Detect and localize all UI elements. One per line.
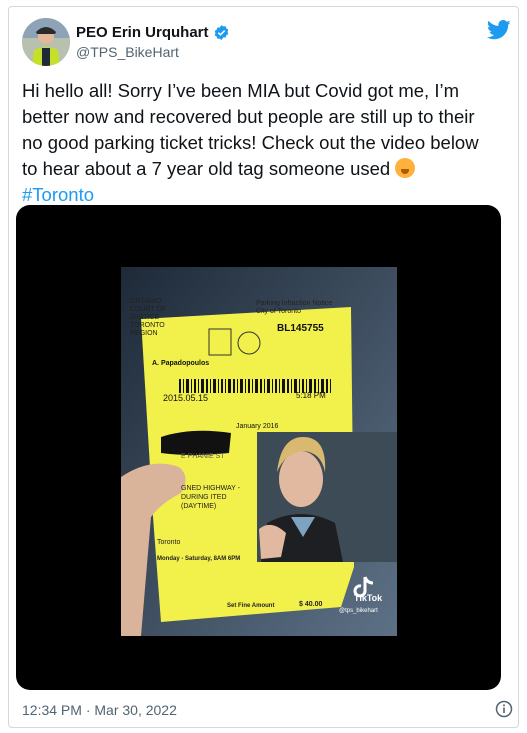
info-icon[interactable] — [495, 700, 513, 718]
ticket-date: 2015.05.15 — [163, 393, 209, 403]
face-with-hand-over-mouth-emoji — [395, 158, 416, 178]
ticket-fine-label: Set Fine Amount — [227, 603, 275, 609]
ticket-hours: Monday - Saturday, 8AM 6PM — [157, 556, 241, 562]
video-frame[interactable]: ONTARIO COURT OF JUSTICE TORONTO REGION … — [121, 267, 397, 636]
ticket-offence: GNED HIGHWAY - DURING ITED (DAYTIME) — [181, 485, 240, 510]
ticket-fine-amount: $ 40.00 — [299, 601, 323, 608]
ticket-municipality: Toronto — [157, 539, 181, 546]
ticket-time: 5:18 PM — [296, 391, 326, 400]
ticket-officer: A. Papadopoulos — [152, 360, 210, 367]
ticket-title: Parking Infraction Notice City of Toront… — [256, 300, 333, 315]
tiktok-brand: TikTok — [354, 593, 383, 603]
ticket-number: BL145755 — [277, 323, 324, 334]
hashtag-link[interactable]: #Toronto — [22, 184, 94, 205]
twitter-bird-icon[interactable] — [487, 20, 511, 40]
display-name[interactable]: PEO Erin Urquhart — [76, 24, 209, 41]
author-name[interactable]: PEO Erin Urquhart — [76, 24, 230, 41]
tweet-text: Hi hello all! Sorry I’ve been MIA but Co… — [22, 78, 492, 208]
verified-badge-icon — [214, 25, 228, 40]
video-player[interactable]: ONTARIO COURT OF JUSTICE TORONTO REGION … — [16, 205, 501, 690]
avatar[interactable] — [22, 18, 70, 66]
tweet-timestamp[interactable]: 12:34 PM · Mar 30, 2022 — [22, 702, 177, 718]
tiktok-handle: @tps_bikehart — [339, 608, 378, 614]
author-handle[interactable]: @TPS_BikeHart — [76, 44, 179, 60]
ticket-court: ONTARIO COURT OF JUSTICE TORONTO REGION — [130, 298, 167, 337]
ticket-street: E PHANIE ST — [181, 453, 225, 460]
ticket-plate-expiry: January 2016 — [236, 423, 279, 430]
